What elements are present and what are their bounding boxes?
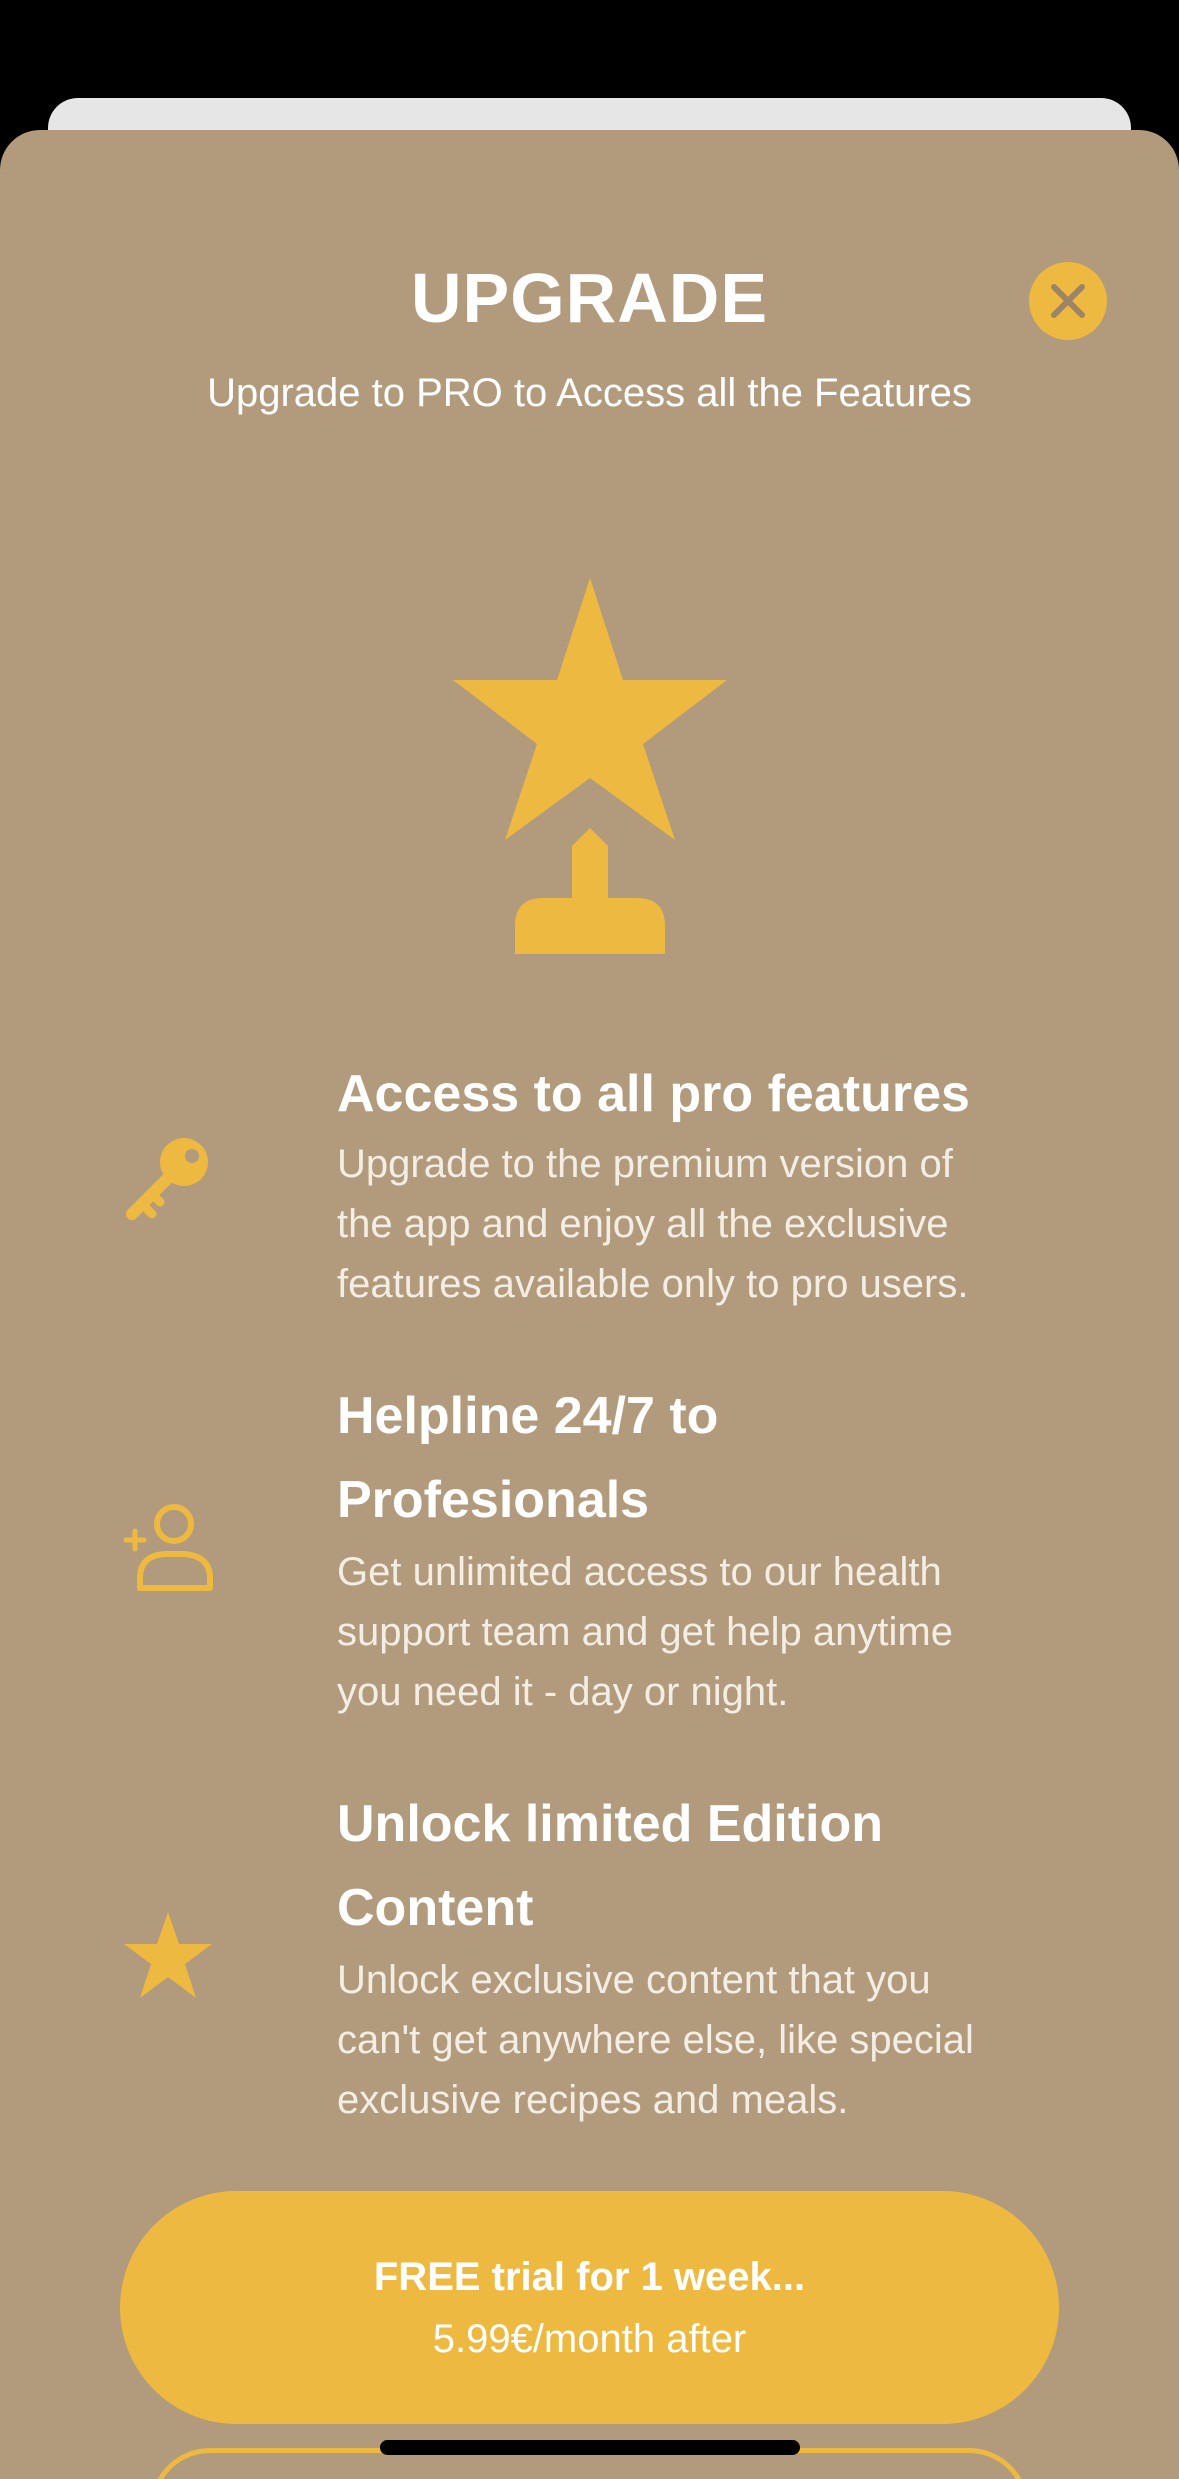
star-icon: [124, 1912, 212, 1998]
screen: UPGRADE Upgrade to PRO to Access all the…: [0, 0, 1179, 2479]
close-button[interactable]: [1029, 262, 1107, 340]
feature-title: Helpline 24/7 to Profesionals: [337, 1387, 719, 1529]
feature-description: Get unlimited access to our health suppo…: [337, 1550, 953, 1714]
feature-title: Unlock limited Edition Content: [337, 1795, 884, 1937]
free-trial-button[interactable]: FREE trial for 1 week... 5.99€/month aft…: [120, 2191, 1059, 2424]
price-label: 5.99€/month after: [432, 2316, 747, 2361]
home-indicator[interactable]: [380, 2440, 800, 2455]
feature-description: Upgrade to the premium version of the ap…: [337, 1142, 969, 1306]
add-person-icon: [123, 1504, 213, 1591]
feature-description: Unlock exclusive content that you can't …: [337, 1958, 974, 2122]
page-title: UPGRADE: [410, 259, 769, 337]
close-icon: [1051, 284, 1085, 318]
trophy-star-icon: [453, 578, 727, 954]
key-icon: [126, 1138, 208, 1220]
free-trial-label: FREE trial for 1 week...: [373, 2254, 806, 2299]
feature-title: Access to all pro features: [337, 1065, 970, 1123]
page-subtitle: Upgrade to PRO to Access all the Feature…: [207, 371, 972, 415]
